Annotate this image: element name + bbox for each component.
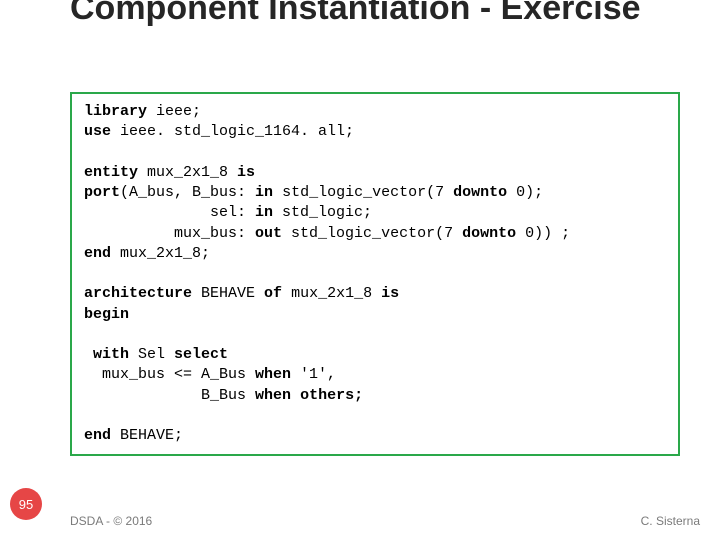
page-number-badge: 95 [10, 488, 42, 520]
footer-right: C. Sisterna [641, 514, 700, 528]
slide-title: Component Instantiation - Exercise [70, 0, 641, 27]
footer-left: DSDA - © 2016 [70, 514, 152, 528]
code-block: library ieee; use ieee. std_logic_1164. … [70, 92, 680, 456]
